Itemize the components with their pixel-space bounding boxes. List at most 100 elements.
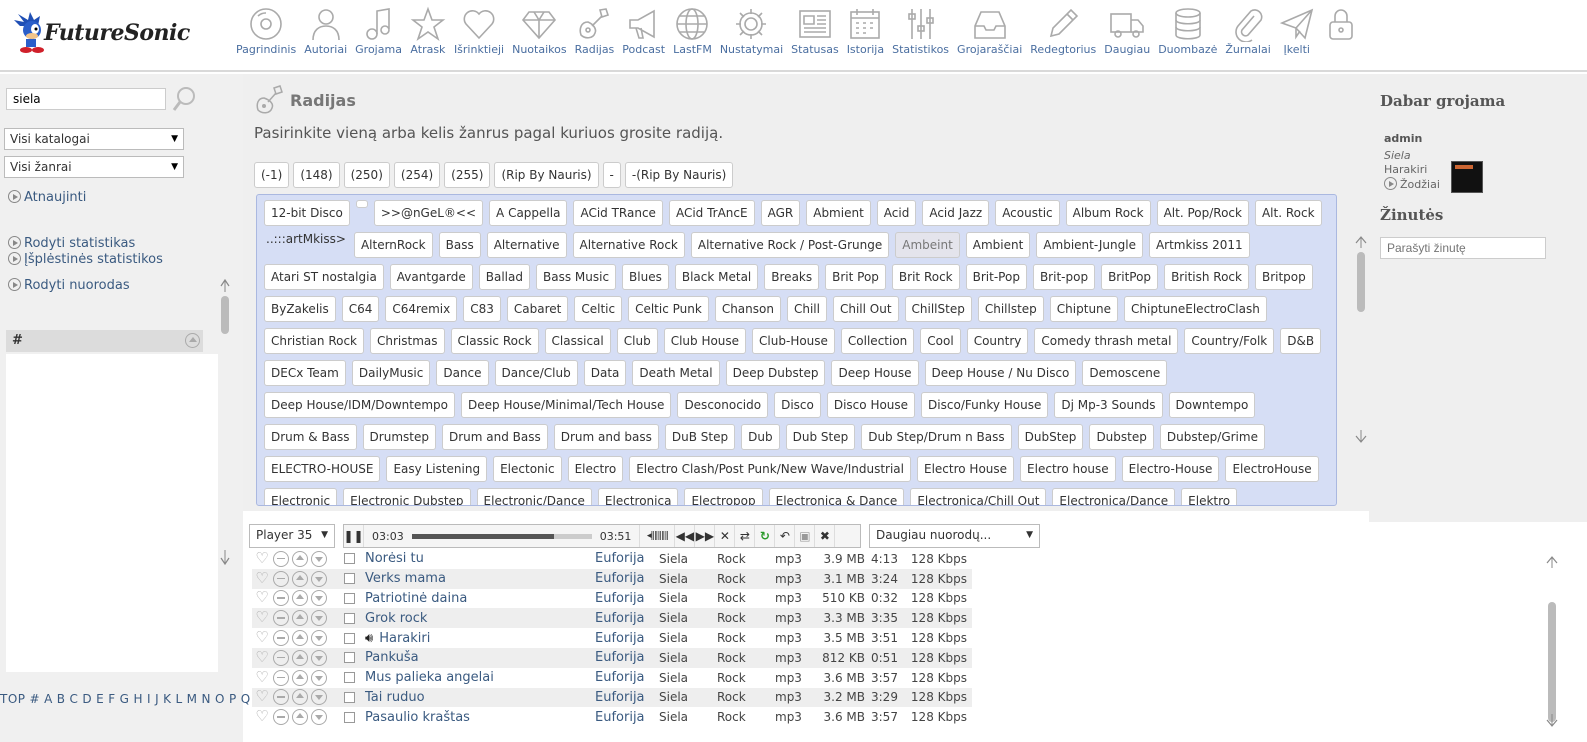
arrow-down-icon[interactable]: [311, 590, 327, 607]
track-title-cell[interactable]: Patriotinė daina: [365, 591, 595, 606]
track-row[interactable]: ♡ 🔊︎ Harakiri Euforija Siela Rock mp3 3.5 MB 3:5…: [252, 628, 972, 648]
alphabet-letter[interactable]: P: [229, 692, 237, 706]
nav-item-podcast[interactable]: Podcast: [622, 6, 665, 56]
track-row[interactable]: ♡ Patriotinė daina Euforija Siela Rock mp3 510…: [252, 589, 972, 609]
track-album[interactable]: Euforija: [595, 631, 659, 646]
now-playing-track[interactable]: Harakiri: [1384, 163, 1427, 176]
undo-button[interactable]: ↶: [775, 525, 796, 547]
genre-tag[interactable]: Ballad: [478, 264, 530, 290]
genre-tag[interactable]: Dance: [436, 360, 489, 386]
track-checkbox[interactable]: [344, 711, 355, 723]
genre-tag[interactable]: ChiptuneElectroClash: [1124, 296, 1267, 322]
track-checkbox[interactable]: [344, 691, 355, 703]
genre-tag[interactable]: Chillstep: [977, 296, 1044, 322]
genre-tag[interactable]: AGR: [760, 200, 801, 226]
genre-tag[interactable]: Album Rock: [1065, 200, 1151, 226]
genre-tag[interactable]: Electronic/Dance: [476, 488, 592, 505]
box-button[interactable]: ▣: [795, 525, 816, 547]
track-title-cell[interactable]: Pankuša: [365, 650, 595, 665]
genre-tag[interactable]: C64remix: [385, 296, 458, 322]
genre-tag[interactable]: ..:::artMkiss>: [264, 232, 348, 248]
genre-tag[interactable]: Acid: [876, 200, 917, 226]
nav-item-statusas[interactable]: Statusas: [791, 6, 839, 56]
nav-item-ikelti[interactable]: Įkelti: [1279, 6, 1315, 56]
genre-tag[interactable]: DubStep: [1017, 424, 1084, 450]
alphabet-letter[interactable]: Q: [241, 692, 251, 706]
alphabet-letter[interactable]: TOP: [0, 692, 26, 706]
arrow-down-icon[interactable]: [311, 630, 327, 647]
track-title-cell[interactable]: 🔊︎ Harakiri: [365, 631, 595, 646]
genre-select[interactable]: Visi žanrai ▼: [4, 156, 184, 178]
genre-tag[interactable]: Artmkiss 2011: [1148, 232, 1250, 258]
genre-tag[interactable]: Alternative Rock: [572, 232, 685, 258]
genre-tag[interactable]: Dubstep: [1089, 424, 1154, 450]
arrow-up-icon[interactable]: [292, 709, 308, 726]
remove-icon[interactable]: [273, 649, 289, 666]
alphabet-letter[interactable]: H: [133, 692, 143, 706]
track-title-cell[interactable]: Grok rock: [365, 611, 595, 626]
heart-icon[interactable]: ♡: [254, 689, 270, 705]
genre-tag[interactable]: Data: [583, 360, 627, 386]
heart-icon[interactable]: ♡: [254, 630, 270, 646]
genre-tag[interactable]: Bass: [438, 232, 481, 258]
show-links-link[interactable]: Rodyti nuorodas: [8, 278, 130, 293]
arrow-down-icon[interactable]: [311, 610, 327, 627]
genre-tag[interactable]: Celtic Punk: [628, 296, 709, 322]
volume-slider[interactable]: ◂‖‖‖‖‖: [639, 525, 676, 547]
stop-button[interactable]: ✕: [715, 525, 736, 547]
alphabet-letter[interactable]: K: [163, 692, 171, 706]
track-album[interactable]: Euforija: [595, 571, 659, 586]
track-album[interactable]: Euforija: [595, 690, 659, 705]
logo[interactable]: FutureSonic: [14, 10, 190, 56]
genre-tag[interactable]: ACid TrAncE: [668, 200, 755, 226]
track-title-cell[interactable]: Norėsi tu: [365, 551, 595, 566]
arrow-up-icon[interactable]: [292, 669, 308, 686]
genre-tag[interactable]: DailyMusic: [351, 360, 431, 386]
heart-icon[interactable]: ♡: [254, 570, 270, 587]
top-tag[interactable]: (-1): [254, 162, 290, 188]
genre-tag[interactable]: Abmient: [806, 200, 871, 226]
genre-tag[interactable]: Electronica & Dance: [768, 488, 905, 505]
genre-tag[interactable]: Atari ST nostalgia: [264, 264, 384, 290]
nav-item-atrask[interactable]: Atrask: [410, 6, 446, 56]
nav-item-redegtorius[interactable]: Redegtorius: [1030, 6, 1096, 56]
genre-tag[interactable]: ChillStep: [904, 296, 972, 322]
refresh-link[interactable]: Atnaujinti: [8, 190, 86, 205]
track-album[interactable]: Euforija: [595, 670, 659, 685]
track-checkbox[interactable]: [344, 553, 355, 565]
genre-tag[interactable]: Chiptune: [1049, 296, 1119, 322]
genre-tag[interactable]: Club-House: [752, 328, 835, 354]
genre-tag[interactable]: Chill Out: [832, 296, 899, 322]
arrow-up-icon[interactable]: [292, 610, 308, 627]
heart-icon[interactable]: ♡: [254, 709, 270, 725]
genre-tag[interactable]: Dubstep/Grime: [1159, 424, 1265, 450]
genre-tag[interactable]: Brit-Pop: [965, 264, 1027, 290]
track-album[interactable]: Euforija: [595, 710, 659, 725]
search-input[interactable]: [6, 88, 166, 110]
genre-tag[interactable]: Alt. Pop/Rock: [1156, 200, 1249, 226]
track-row[interactable]: ♡ Mus palieka angelai Euforija Siela Rock mp3…: [252, 668, 972, 688]
genre-tag[interactable]: Desconocido: [677, 392, 769, 418]
genre-tag[interactable]: Classical: [544, 328, 611, 354]
track-title-cell[interactable]: Tai ruduo: [365, 690, 595, 705]
genre-tag[interactable]: >>@nGeL®<<: [373, 200, 484, 226]
next-button[interactable]: ▶▶: [695, 525, 716, 547]
genre-tag[interactable]: Acid Jazz: [922, 200, 990, 226]
genre-tag[interactable]: Deep House/Minimal/Tech House: [461, 392, 672, 418]
arrow-up-icon[interactable]: [292, 590, 308, 607]
genre-tag[interactable]: Alt. Rock: [1254, 200, 1322, 226]
genre-tag[interactable]: Breaks: [764, 264, 820, 290]
track-checkbox[interactable]: [344, 573, 355, 585]
nav-item-istorija[interactable]: Istorija: [847, 6, 884, 56]
track-row[interactable]: ♡ Norėsi tu Euforija Siela Rock mp3 3.9 MB 4:13…: [252, 549, 972, 569]
top-tag[interactable]: -(Rip By Nauris): [624, 162, 734, 188]
genre-tag[interactable]: Electronica/Dance: [1052, 488, 1176, 505]
track-title-cell[interactable]: Verks mama: [365, 571, 595, 586]
heart-icon[interactable]: ♡: [254, 590, 270, 606]
genre-tag[interactable]: Britpop: [1254, 264, 1313, 290]
genre-tag[interactable]: Collection: [840, 328, 915, 354]
nav-item-zurnalai[interactable]: Žurnalai: [1225, 6, 1271, 56]
track-checkbox[interactable]: [344, 652, 355, 664]
arrow-down-icon[interactable]: [311, 669, 327, 686]
genre-tag[interactable]: Drumstep: [362, 424, 436, 450]
